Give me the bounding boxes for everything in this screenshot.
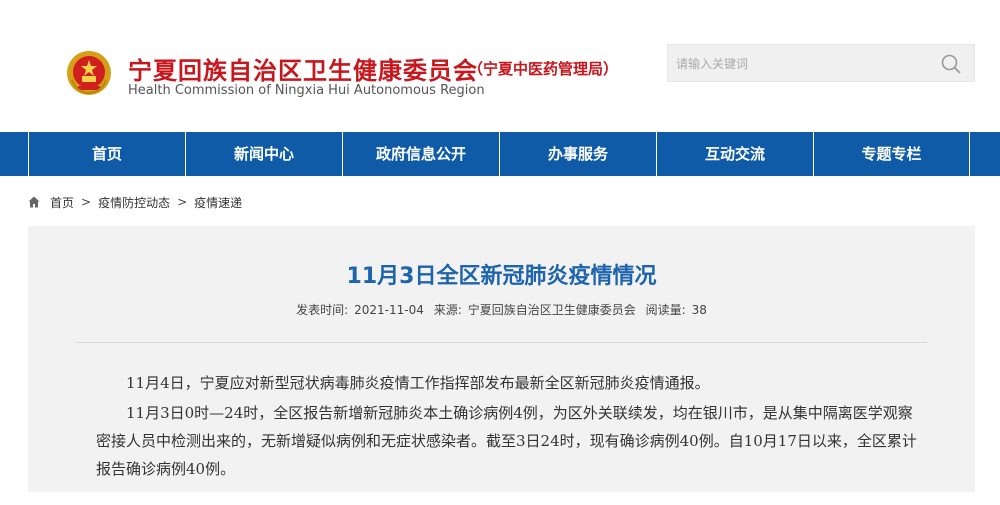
article-paragraph: 11月4日，宁夏应对新型冠状病毒肺炎疫情工作指挥部发布最新全区新冠肺炎疫情通报。: [126, 374, 710, 392]
nav-item-interaction[interactable]: 互动交流: [656, 132, 813, 176]
article-meta: 发表时间: 2021-11-04 来源: 宁夏回族自治区卫生健康委员会 阅读量: 38: [28, 301, 975, 318]
breadcrumb-epidemic-express[interactable]: 疫情速递: [194, 194, 242, 211]
national-emblem-icon[interactable]: [66, 50, 112, 96]
views-label: 阅读量:: [645, 303, 686, 317]
main-nav: 首页 新闻中心 政府信息公开 办事服务 互动交流 专题专栏: [0, 132, 1000, 176]
publish-label: 发表时间:: [296, 303, 349, 317]
home-icon: [28, 196, 40, 208]
source-value: 宁夏回族自治区卫生健康委员会: [467, 303, 636, 317]
breadcrumb: 首页 > 疫情防控动态 > 疫情速递: [28, 193, 242, 211]
nav-item-services[interactable]: 办事服务: [499, 132, 656, 176]
breadcrumb-epidemic-news[interactable]: 疫情防控动态: [98, 194, 170, 211]
search-box: [667, 44, 975, 82]
article-paragraph: 11月3日0时—24时，全区报告新增新冠肺炎本土确诊病例4例，为区外关联续发，均…: [96, 404, 917, 478]
breadcrumb-home[interactable]: 首页: [50, 194, 74, 211]
search-icon[interactable]: [940, 53, 962, 75]
article-body: 11月4日，宁夏应对新型冠状病毒肺炎疫情工作指挥部发布最新全区新冠肺炎疫情通报。…: [96, 369, 926, 483]
publish-date: 2021-11-04: [354, 303, 424, 317]
nav-item-news[interactable]: 新闻中心: [185, 132, 342, 176]
nav-item-topics[interactable]: 专题专栏: [813, 132, 970, 176]
source-label: 来源:: [433, 303, 462, 317]
article-title: 11月3日全区新冠肺炎疫情情况: [346, 264, 657, 289]
nav-item-home[interactable]: 首页: [28, 132, 185, 176]
site-subtitle: （宁夏中医药管理局）: [468, 60, 619, 78]
divider: [76, 342, 927, 343]
search-input[interactable]: [676, 54, 926, 74]
nav-item-gov-info[interactable]: 政府信息公开: [342, 132, 499, 176]
breadcrumb-separator: >: [177, 195, 188, 209]
site-header: 宁夏回族自治区卫生健康委员会 （宁夏中医药管理局） Health Commiss…: [0, 0, 1000, 132]
breadcrumb-separator: >: [81, 195, 92, 209]
article-panel: 11月3日全区新冠肺炎疫情情况 发表时间: 2021-11-04 来源: 宁夏回族自…: [28, 226, 975, 492]
site-title-english: Health Commission of Ningxia Hui Autonom…: [128, 83, 485, 98]
site-title[interactable]: 宁夏回族自治区卫生健康委员会: [128, 51, 478, 86]
views-count: 38: [691, 303, 707, 317]
